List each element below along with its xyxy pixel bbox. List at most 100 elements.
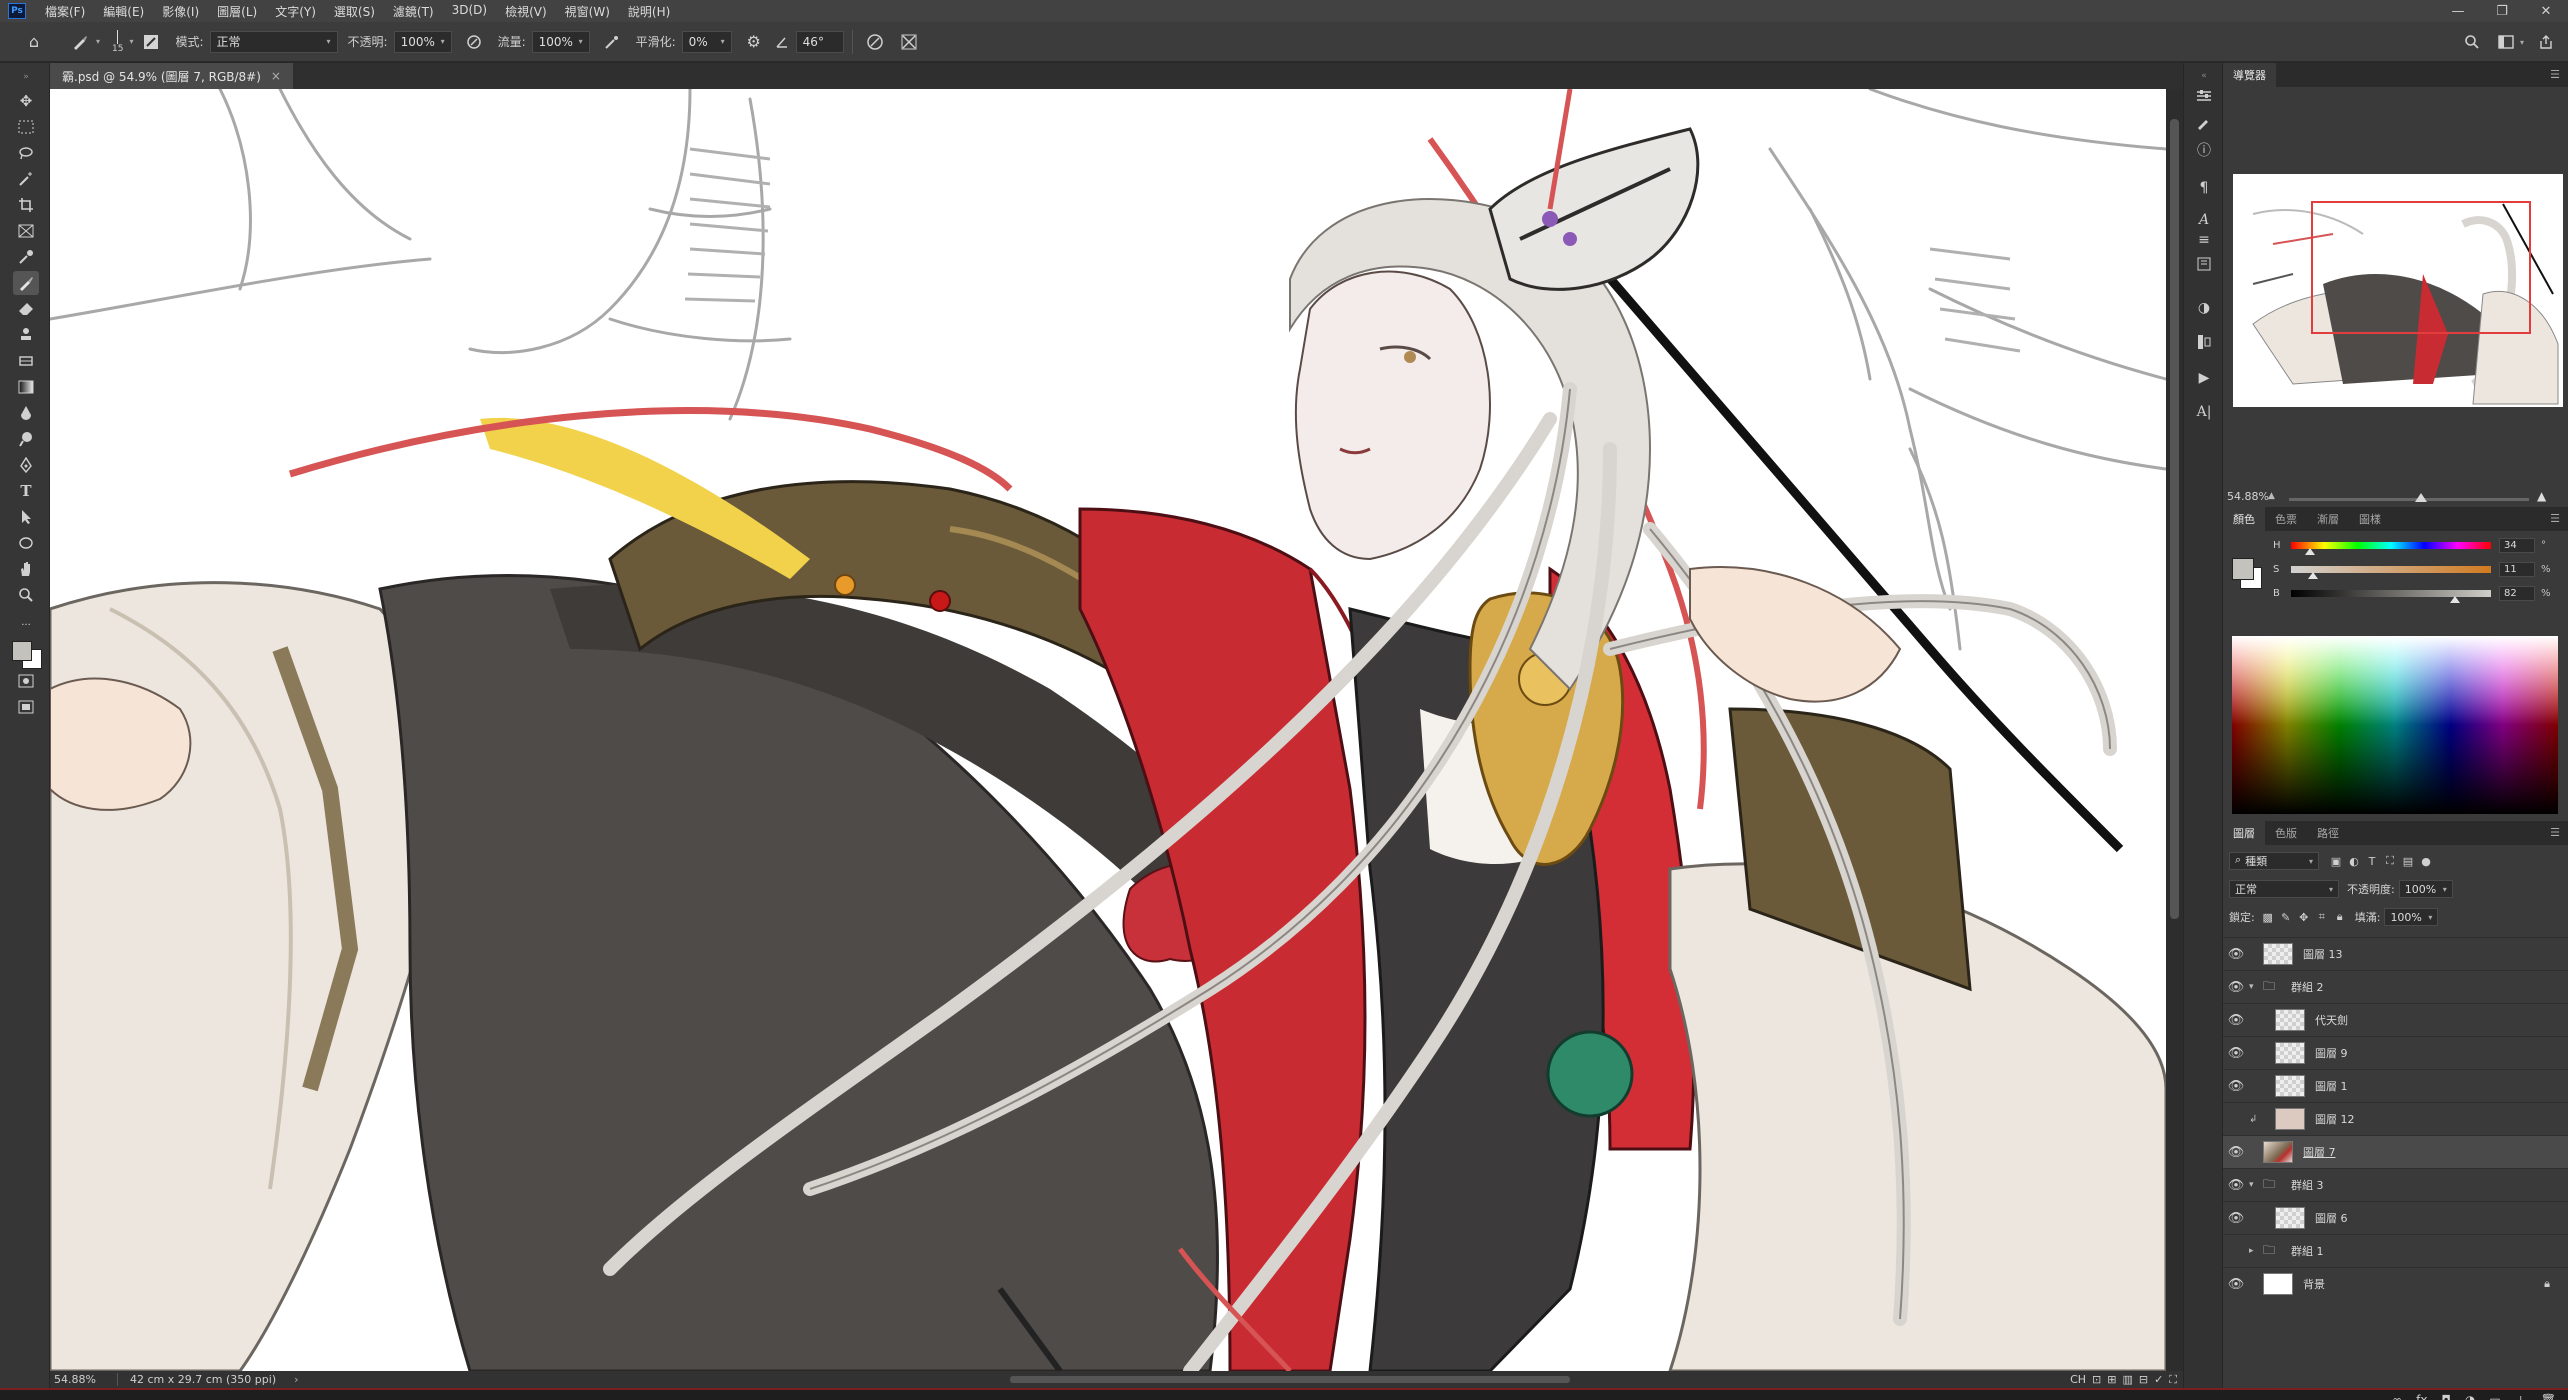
play-icon[interactable]: ▶ — [2192, 367, 2216, 389]
lock-position-icon[interactable]: ✥ — [2295, 908, 2313, 926]
dodge-tool-icon[interactable] — [13, 427, 39, 451]
screen-mode-icon[interactable] — [13, 695, 39, 719]
layer-row[interactable]: 👁︎ 圖層 13 — [2223, 937, 2568, 970]
home-icon[interactable]: ⌂ — [20, 28, 48, 56]
menu-item[interactable]: 檢視(V) — [496, 3, 556, 20]
blend-mode-select[interactable]: 正常 ▾ — [2229, 880, 2339, 898]
lock-transparent-icon[interactable]: ▩ — [2259, 908, 2277, 926]
tab-gradients[interactable]: 漸層 — [2307, 507, 2349, 531]
crop-tool-icon[interactable] — [13, 193, 39, 217]
angle-field[interactable]: 46° — [795, 30, 844, 53]
flow-field[interactable]: 100% ▾ — [531, 30, 590, 53]
saturation-value-field[interactable]: 11 — [2499, 561, 2535, 577]
menu-item[interactable]: 選取(S) — [325, 3, 384, 20]
pressure-opacity-icon[interactable] — [460, 28, 488, 56]
menu-item[interactable]: 文字(Y) — [266, 3, 325, 20]
eye-icon[interactable]: 👁︎ — [2223, 980, 2249, 995]
color-wheel-icon[interactable]: ◑ — [2192, 297, 2216, 319]
layer-row[interactable]: 👁︎ 圖層 1 — [2223, 1069, 2568, 1102]
close-window-button[interactable]: ✕ — [2524, 0, 2568, 22]
columns-icon[interactable]: ▥ — [2122, 1373, 2132, 1386]
more-tools-icon[interactable]: ··· — [13, 613, 39, 637]
smoothing-field[interactable]: 0% ▾ — [681, 30, 732, 53]
artwork-canvas[interactable] — [50, 89, 2166, 1371]
hue-slider-handle[interactable] — [2304, 547, 2315, 555]
eraser-tool-icon[interactable] — [13, 297, 39, 321]
eye-icon[interactable]: 👁︎ — [2223, 1013, 2249, 1028]
layer-group-row[interactable]: 👁︎ ▾ 🗀︎ 群組 2 — [2223, 970, 2568, 1003]
saturation-slider-handle[interactable] — [2308, 571, 2318, 579]
ellipse-tool-icon[interactable] — [13, 531, 39, 555]
eye-icon[interactable]: 👁︎ — [2223, 1079, 2249, 1094]
vertical-scroll-thumb[interactable] — [2170, 119, 2179, 919]
check-icon[interactable]: ✓ — [2154, 1373, 2163, 1386]
adjustments-icon[interactable]: ≡ — [2192, 229, 2216, 251]
menu-item[interactable]: 圖層(L) — [208, 3, 266, 20]
brush-settings-icon[interactable] — [137, 28, 165, 56]
layer-opacity-field[interactable]: 100% ▾ — [2398, 880, 2453, 898]
filter-toggle-icon[interactable]: ● — [2417, 852, 2435, 870]
vertical-scrollbar[interactable] — [2166, 89, 2183, 1371]
brush-size-picker[interactable]: 15 — [112, 29, 123, 54]
new-group-icon[interactable]: ▭ — [2489, 1393, 2500, 1400]
path-select-tool-icon[interactable] — [13, 505, 39, 529]
filter-type-icon[interactable]: T — [2363, 852, 2381, 870]
document-tab[interactable]: 霸.psd @ 54.9% (圖層 7, RGB/8#) × — [50, 63, 293, 89]
gear-icon[interactable]: ⚙ — [740, 28, 768, 56]
pressure-size-icon[interactable] — [861, 28, 889, 56]
eraser-alt-tool-icon[interactable] — [13, 349, 39, 373]
minimize-button[interactable]: — — [2436, 0, 2480, 22]
type-tool-icon[interactable]: T — [13, 479, 39, 503]
tab-swatches[interactable]: 色票 — [2265, 507, 2307, 531]
zoom-tool-icon[interactable] — [13, 583, 39, 607]
hand-tool-icon[interactable] — [13, 557, 39, 581]
eyedropper-tool-icon[interactable] — [13, 245, 39, 269]
eye-icon[interactable]: 👁︎ — [2223, 1178, 2249, 1193]
mode-select[interactable]: 正常 ▾ — [209, 30, 338, 53]
lock-all-icon[interactable]: 🔒︎ — [2331, 908, 2349, 926]
menu-item[interactable]: 視窗(W) — [556, 3, 619, 20]
paragraph-icon[interactable]: ¶ — [2192, 177, 2216, 199]
tab-patterns[interactable]: 圖樣 — [2349, 507, 2391, 531]
brightness-slider[interactable] — [2291, 589, 2491, 603]
eye-icon[interactable]: 👁︎ — [2223, 1046, 2249, 1061]
layer-style-icon[interactable]: fx — [2416, 1393, 2427, 1400]
foreground-color-swatch[interactable] — [12, 641, 32, 661]
quick-mask-icon[interactable] — [13, 669, 39, 693]
gradient-tool-icon[interactable] — [13, 375, 39, 399]
brush-tool-icon[interactable] — [13, 271, 39, 295]
brightness-slider-handle[interactable] — [2450, 595, 2460, 603]
chevron-down-icon[interactable]: ▾ — [2520, 38, 2524, 47]
airbrush-icon[interactable] — [598, 28, 626, 56]
panel-menu-icon[interactable]: ☰ — [2550, 512, 2560, 525]
zoom-in-icon[interactable]: ▲ — [2537, 489, 2546, 503]
grid-icon[interactable]: ⊞ — [2107, 1373, 2116, 1386]
chevron-down-icon[interactable]: ▾ — [2249, 1180, 2263, 1190]
eye-icon[interactable]: 👁︎ — [2223, 947, 2249, 962]
lasso-tool-icon[interactable] — [13, 141, 39, 165]
move-tool-icon[interactable]: ✥ — [13, 89, 39, 113]
layer-row[interactable]: 👁︎ 代天劍 — [2223, 1003, 2568, 1036]
tab-navigator[interactable]: 導覽器 — [2223, 63, 2276, 87]
restore-button[interactable]: ❐ — [2480, 0, 2524, 22]
navigator-zoom-slider[interactable] — [2289, 493, 2529, 502]
filter-shape-icon[interactable]: ⛶ — [2381, 852, 2399, 870]
menu-item[interactable]: 檔案(F) — [36, 3, 94, 20]
add-mask-icon[interactable]: ◘ — [2441, 1393, 2451, 1400]
eye-hidden-icon[interactable]: 👁︎ — [2223, 1244, 2249, 1259]
horizontal-scroll-thumb[interactable] — [1010, 1376, 1570, 1383]
chevron-right-icon[interactable]: ▸ — [2249, 1246, 2263, 1256]
zoom-slider-handle[interactable] — [2415, 493, 2427, 502]
character-icon[interactable]: A — [2192, 209, 2216, 231]
menu-item[interactable]: 濾鏡(T) — [384, 3, 443, 20]
fullscreen-icon[interactable]: ⛶ — [2169, 1373, 2177, 1387]
frame-icon[interactable]: ⊡ — [2092, 1373, 2101, 1386]
panel-menu-icon[interactable]: ☰ — [2550, 826, 2560, 839]
workspace-icon[interactable] — [2492, 28, 2520, 56]
hue-value-field[interactable]: 34 — [2499, 537, 2535, 553]
menu-item[interactable]: 3D(D) — [443, 3, 496, 20]
channel-icon[interactable]: CH — [2070, 1373, 2086, 1386]
eye-icon[interactable]: 👁︎ — [2223, 1145, 2249, 1160]
layer-row-selected[interactable]: 👁︎ 圖層 7 — [2223, 1135, 2568, 1168]
layer-group-row[interactable]: 👁︎▸ 🗀︎ 群組 1 — [2223, 1234, 2568, 1267]
